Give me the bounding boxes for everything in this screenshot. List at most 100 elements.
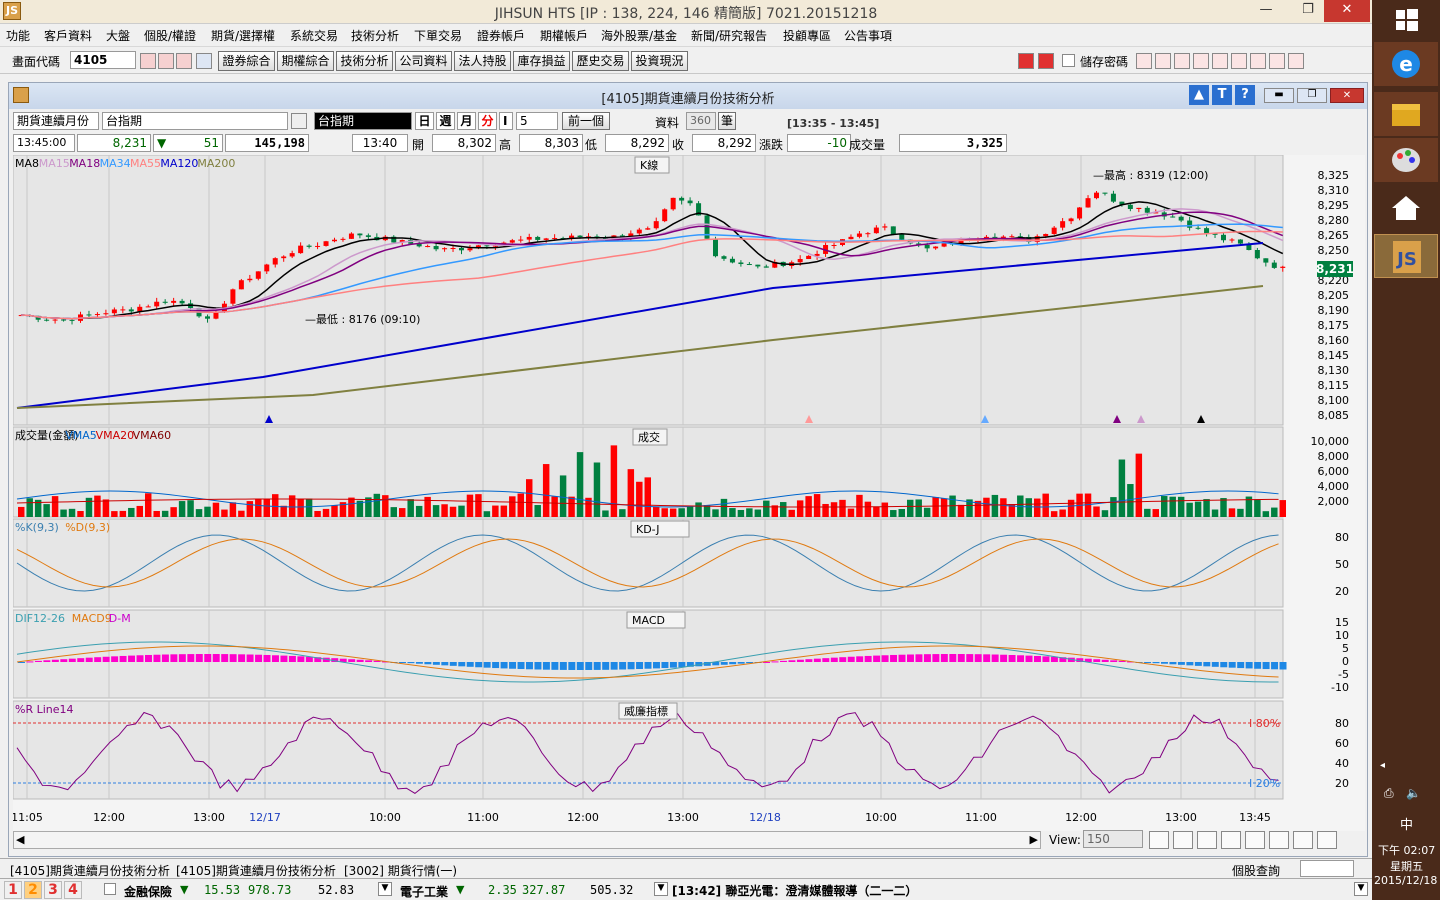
prev-button[interactable]: 前一個 [562, 112, 610, 130]
print-icon[interactable] [176, 53, 192, 69]
layout-icon[interactable] [1269, 53, 1285, 69]
toolbar-button-0[interactable]: 證券綜合 [218, 51, 275, 71]
minimize-button[interactable]: — [1252, 0, 1280, 22]
arrow-left-icon[interactable] [1018, 53, 1034, 69]
menu-item-4[interactable]: 期貨/選擇權 [211, 27, 275, 44]
code-input[interactable]: 4105 [70, 51, 136, 69]
search-icon[interactable] [140, 53, 156, 69]
tab-0[interactable]: [4105]期貨連續月份技術分析 [10, 862, 170, 879]
toolbar-button-3[interactable]: 公司資料 [395, 51, 452, 71]
chevron-down-icon[interactable] [196, 53, 212, 69]
zoom-in-icon[interactable] [1149, 831, 1169, 849]
volume-icon[interactable]: 🔈 [1406, 786, 1421, 800]
menu-item-8[interactable]: 證券帳戶 [477, 27, 525, 44]
settings-icon[interactable] [1288, 53, 1304, 69]
menu-item-2[interactable]: 大盤 [106, 27, 130, 44]
page-button-3[interactable]: 3 [44, 881, 62, 899]
inner-close-button[interactable]: ✕ [1330, 88, 1364, 103]
paint-icon[interactable] [1374, 138, 1438, 182]
close-button[interactable]: ✕ [1324, 0, 1370, 22]
period-2[interactable]: 月 [457, 112, 476, 130]
legend-kline-0: MA8 [15, 157, 39, 170]
toolbar-button-5[interactable]: 庫存損益 [513, 51, 570, 71]
jihsun-app-icon[interactable]: JS [1374, 234, 1438, 278]
toolbar-button-7[interactable]: 投資現況 [631, 51, 688, 71]
chevron-down-icon[interactable]: ▼ [378, 882, 392, 896]
save-password-checkbox[interactable] [1062, 54, 1075, 67]
chart-area[interactable]: 8,3258,3108,2958,2808,2658,2508,2358,220… [11, 154, 1365, 831]
menu-item-3[interactable]: 個股/權證 [144, 27, 196, 44]
menu-item-6[interactable]: 技術分析 [351, 27, 399, 44]
product-type-select[interactable]: 期貨連續月份 [13, 112, 99, 130]
window-icon[interactable] [158, 53, 174, 69]
news-ticker[interactable]: [13:42] 聯亞光電：澄清媒體報導（二一二） [672, 882, 917, 899]
menu-item-10[interactable]: 海外股票/基金 [601, 27, 677, 44]
arrow-right-icon[interactable] [1038, 53, 1054, 69]
file-explorer-icon[interactable] [1374, 92, 1438, 136]
picture-icon[interactable] [1231, 53, 1247, 69]
search-icon[interactable] [291, 113, 307, 129]
arrow-up-icon[interactable]: ▲ [1189, 85, 1209, 105]
menu-item-13[interactable]: 公告事項 [844, 27, 892, 44]
view-input[interactable]: 150 [1083, 830, 1143, 848]
toolbar-button-4[interactable]: 法人持股 [454, 51, 511, 71]
period-0[interactable]: 日 [415, 112, 434, 130]
data-count-input[interactable]: 360 [686, 112, 716, 130]
zoom-reset-icon[interactable] [1173, 831, 1193, 849]
menu-item-11[interactable]: 新聞/研究報告 [691, 27, 767, 44]
page-button-1[interactable]: 1 [4, 881, 22, 899]
stock-query-input[interactable] [1300, 860, 1354, 877]
save-icon[interactable] [1193, 53, 1209, 69]
windows-start-icon[interactable] [1374, 0, 1438, 44]
menu-item-9[interactable]: 期權帳戶 [540, 27, 588, 44]
period-3[interactable]: 分 [478, 112, 497, 130]
menu-item-1[interactable]: 客戶資料 [44, 27, 92, 44]
inner-restore-button[interactable]: ❐ [1297, 88, 1327, 103]
inner-minimize-button[interactable]: ▬ [1264, 88, 1294, 103]
cursor-toggle[interactable]: I [499, 112, 513, 130]
chevron-left-icon[interactable]: ◂ [1380, 760, 1385, 771]
tab-2[interactable]: [3002] 期貨行情(一) [344, 862, 457, 879]
pencil-icon[interactable] [1136, 53, 1152, 69]
page-button-4[interactable]: 4 [64, 881, 82, 899]
toolbar-button-6[interactable]: 歷史交易 [572, 51, 629, 71]
status-checkbox[interactable] [104, 883, 116, 895]
clock-time[interactable]: 下午 02:07 [1378, 842, 1435, 858]
zoom-out-icon[interactable] [1197, 831, 1217, 849]
volume-bar [1271, 507, 1278, 517]
print-icon[interactable] [1174, 53, 1190, 69]
page-button-2[interactable]: 2 [24, 881, 42, 899]
text-icon[interactable] [1212, 53, 1228, 69]
data-unit-button[interactable]: 筆 [718, 112, 736, 130]
menu-item-5[interactable]: 系統交易 [290, 27, 338, 44]
network-icon[interactable]: ⎙ [1384, 786, 1394, 801]
image-icon[interactable] [1155, 53, 1171, 69]
pencil-icon[interactable] [1293, 831, 1313, 849]
tools-icon[interactable] [1250, 53, 1266, 69]
menu-item-7[interactable]: 下單交易 [414, 27, 462, 44]
macd-ytick: -10 [1331, 681, 1349, 694]
refresh-icon[interactable] [1221, 831, 1241, 849]
interval-select[interactable]: 5 [516, 112, 558, 130]
scrollbar[interactable]: ◀ ▶ [13, 831, 1041, 849]
expand-icon[interactable] [1245, 831, 1265, 849]
restore-button[interactable]: ❐ [1294, 0, 1322, 22]
scroll-right-icon[interactable]: ▶ [1030, 833, 1038, 846]
home-icon[interactable] [1374, 186, 1438, 230]
toolbar-button-2[interactable]: 技術分析 [336, 51, 393, 71]
period-1[interactable]: 週 [436, 112, 455, 130]
toolbar-button-1[interactable]: 期權綜合 [277, 51, 334, 71]
menu-item-12[interactable]: 投顧專區 [783, 27, 831, 44]
text-icon[interactable]: T [1212, 85, 1232, 105]
gear-icon[interactable] [1317, 831, 1337, 849]
chevron-down-icon[interactable]: ▼ [1354, 882, 1368, 896]
ime-indicator[interactable]: 中 [1400, 814, 1413, 833]
chevron-down-icon[interactable]: ▼ [654, 882, 668, 896]
layout-icon[interactable] [1269, 831, 1289, 849]
product-select[interactable]: 台指期 [102, 112, 288, 130]
scroll-left-icon[interactable]: ◀ [16, 833, 24, 846]
menu-item-0[interactable]: 功能 [6, 27, 30, 44]
tab-1[interactable]: [4105]期貨連續月份技術分析 [176, 862, 336, 879]
internet-explorer-icon[interactable]: e [1374, 42, 1438, 86]
help-icon[interactable]: ? [1235, 85, 1255, 105]
